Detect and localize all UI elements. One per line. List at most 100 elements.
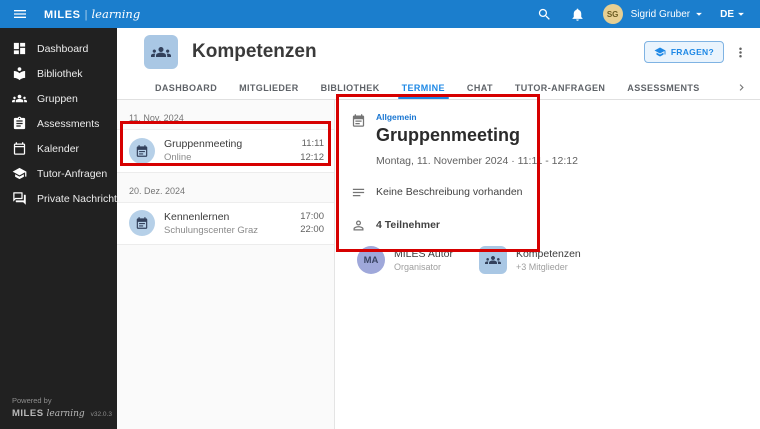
user-avatar[interactable]: SG [602,4,623,24]
tab-bar: DASHBOARD MITGLIEDER BIBLIOTHEK TERMINE … [117,76,760,100]
event-times: 17:00 22:00 [300,210,324,238]
tab-tutor-anfragen[interactable]: TUTOR-ANFRAGEN [504,76,616,99]
groups-icon [484,256,501,264]
logo-primary: MILES [44,9,81,21]
event-title: Gruppenmeeting [164,138,243,151]
sidebar-footer: Powered by MILES learning v32.0.3 [0,392,117,429]
date-group-label: 20. Dez. 2024 [117,173,334,203]
logo-separator: | [84,9,88,21]
dashboard-icon [12,41,27,56]
participant-miles-autor[interactable]: MA MILES Autor Organisator [357,246,453,274]
footer-brand-primary: MILES [12,408,44,419]
participant-info: Kompetenzen +3 Mitglieder [516,248,581,272]
tab-termine[interactable]: TERMINE [391,76,456,99]
event-detail-title: Gruppenmeeting [376,125,521,145]
language-selector[interactable]: DE [720,7,748,21]
tab-chat[interactable]: CHAT [456,76,504,99]
detail-header: Allgemein Gruppenmeeting Montag, 11. Nov… [351,112,744,167]
sidebar-item-label: Assessments [37,117,100,130]
menu-icon[interactable] [12,6,28,22]
event-row-gruppenmeeting[interactable]: Gruppenmeeting Online 11:11 12:12 [117,130,334,173]
event-calendar-icon [129,210,155,237]
powered-by-label: Powered by [12,396,52,405]
language-code: DE [720,8,734,20]
chevron-down-icon [692,7,706,21]
sidebar-item-gruppen[interactable]: Gruppen [0,86,117,111]
event-title: Kennenlernen [164,210,230,223]
tab-dashboard[interactable]: DASHBOARD [144,76,228,99]
sidebar-item-assessments[interactable]: Assessments [0,111,117,136]
event-end-time: 22:00 [300,224,324,236]
description-row: Keine Beschreibung vorhanden [351,186,744,200]
participant-role: +3 Mitglieder [515,262,568,272]
tab-assessments[interactable]: ASSESSMENTS [616,76,710,99]
sidebar-item-bibliothek[interactable]: Bibliothek [0,61,117,86]
fragen-button[interactable]: FRAGEN? [643,41,724,63]
event-start-time: 11:11 [301,138,324,149]
header-actions: FRAGEN? [643,41,748,63]
page-title: Kompetenzen [192,41,317,62]
sidebar-item-kalender[interactable]: Kalender [0,136,117,161]
sidebar-item-label: Tutor-Anfragen [37,167,108,180]
sidebar: Dashboard Bibliothek Gruppen Assessments… [0,28,129,429]
group-tile-icon [478,246,507,274]
participants-count: 4 Teilnehmer [376,219,440,231]
school-icon [12,166,27,181]
participant-name: MILES Autor [394,248,453,260]
chat-icon [12,191,27,206]
event-times: 11:11 12:12 [300,137,324,165]
sidebar-item-label: Kalender [37,142,80,155]
event-row-kennenlernen[interactable]: Kennenlernen Schulungscenter Graz 17:00 … [117,202,334,246]
logo-secondary: learning [91,7,141,21]
app-logo: MILES | learning [44,7,140,21]
calendar-icon [12,141,27,156]
app-body: Dashboard Bibliothek Gruppen Assessments… [0,28,760,429]
event-location: Online [164,152,192,164]
tab-bibliothek[interactable]: BIBLIOTHEK [310,76,391,99]
main-area: Kompetenzen FRAGEN? DASHBOARD MITGLIEDER… [117,28,760,429]
participant-name: Kompetenzen [515,248,581,260]
tab-mitglieder[interactable]: MITGLIEDER [228,76,310,99]
event-note-icon [351,113,366,128]
fragen-button-label: FRAGEN? [670,47,714,57]
event-detail: Allgemein Gruppenmeeting Montag, 11. Nov… [335,100,760,429]
participant-role: Organisator [394,262,442,272]
footer-brand: MILES learning v32.0.3 [12,408,112,419]
group-avatar [144,35,178,69]
event-location: Schulungscenter Graz [164,224,258,236]
footer-brand-secondary: learning [46,409,85,419]
participant-info: MILES Autor Organisator [394,248,453,272]
participant-avatar: MA [357,246,385,274]
participants-row: 4 Teilnehmer [351,219,744,233]
participants-list: MA MILES Autor Organisator Kompetenzen +… [357,246,744,274]
assignment-icon [12,116,27,131]
person-icon [351,218,366,233]
library-icon [12,66,27,81]
search-icon[interactable] [537,7,552,22]
event-info: Kennenlernen Schulungscenter Graz [164,211,291,236]
event-category: Allgemein [376,112,417,122]
sidebar-item-label: Private Nachrichten [37,192,129,205]
group-header: Kompetenzen FRAGEN? [117,28,760,69]
user-menu[interactable]: Sigrid Gruber [631,7,706,21]
groups-icon [12,91,27,106]
sidebar-item-private-nachrichten[interactable]: Private Nachrichten [0,186,129,211]
app-version: v32.0.3 [90,411,112,418]
notifications-icon[interactable] [570,7,585,22]
event-info: Gruppenmeeting Online [164,138,291,163]
sidebar-item-label: Dashboard [37,42,89,55]
date-group-label: 11. Nov. 2024 [117,100,334,130]
event-description: Keine Beschreibung vorhanden [376,186,523,198]
termine-content: 11. Nov. 2024 Gruppenmeeting Online 11:1… [117,100,760,429]
school-icon [654,47,666,57]
more-options-icon[interactable] [733,45,748,60]
chevron-right-icon[interactable] [735,81,748,94]
sidebar-item-dashboard[interactable]: Dashboard [0,36,117,61]
participant-kompetenzen[interactable]: Kompetenzen +3 Mitglieder [478,246,581,274]
topbar: MILES | learning SG Sigrid Gruber DE [0,0,760,28]
sidebar-item-label: Bibliothek [37,67,83,80]
event-calendar-icon [129,137,155,164]
user-name: Sigrid Gruber [630,8,691,20]
groups-icon [151,47,171,57]
sidebar-item-tutor-anfragen[interactable]: Tutor-Anfragen [0,161,117,186]
